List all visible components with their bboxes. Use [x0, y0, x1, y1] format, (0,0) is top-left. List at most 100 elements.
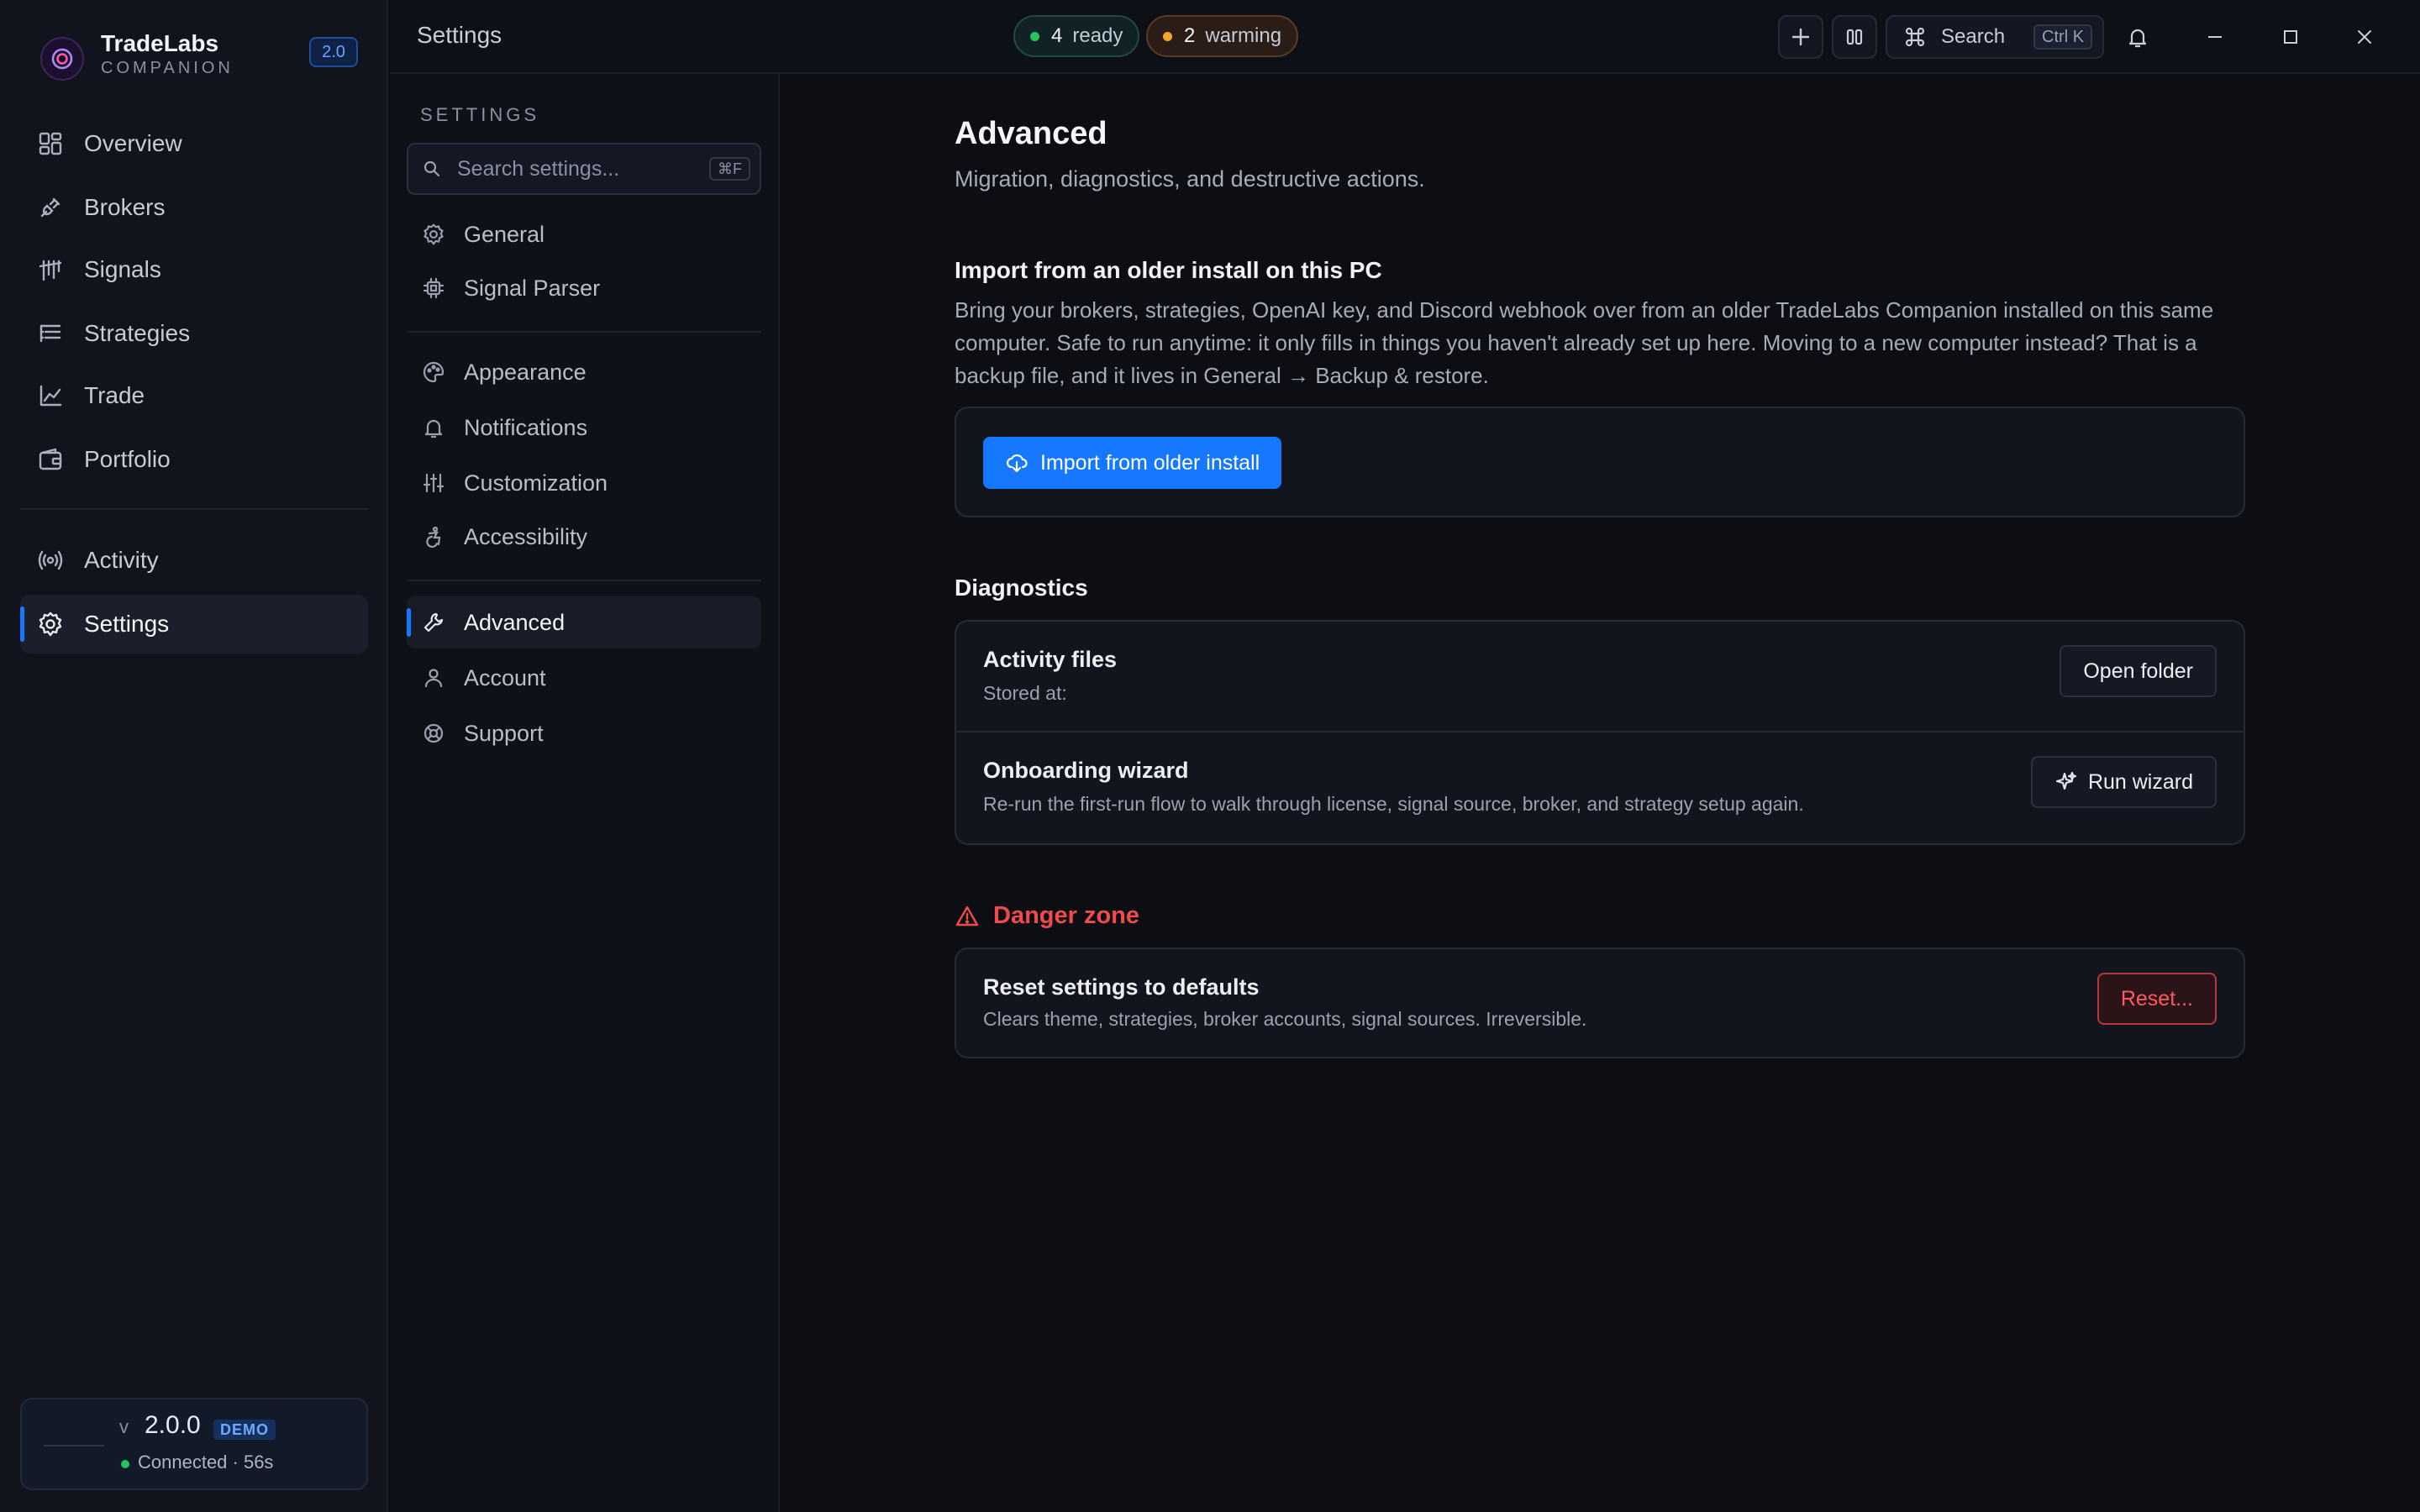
- settings-nav-customization[interactable]: Customization: [407, 457, 761, 509]
- minimize-icon: [2205, 27, 2225, 47]
- grid-icon: [37, 130, 64, 157]
- minimize-button[interactable]: [2198, 20, 2232, 54]
- run-wizard-label: Run wizard: [2087, 769, 2193, 794]
- ready-dot-icon: [1030, 31, 1039, 41]
- import-button-label: Import from older install: [1040, 450, 1260, 475]
- reset-settings-title: Reset settings to defaults: [983, 974, 1260, 1000]
- sidebar-item-signals[interactable]: Signals: [20, 240, 368, 299]
- app-name: TradeLabs: [101, 30, 219, 56]
- columns-button[interactable]: [1832, 15, 1877, 59]
- plus-icon: [1790, 26, 1812, 48]
- settings-nav-advanced[interactable]: Advanced: [407, 596, 761, 648]
- settings-nav-support[interactable]: Support: [407, 707, 761, 759]
- list-tree-icon: [37, 320, 64, 347]
- diagnostics-card: Activity files Stored at: Open folder On…: [955, 620, 2245, 845]
- settings-nav-label: Signal Parser: [464, 275, 601, 301]
- maximize-icon: [2281, 27, 2301, 47]
- settings-search-shortcut: ⌘F: [709, 157, 750, 181]
- diagnostics-title: Diagnostics: [955, 575, 1088, 601]
- maximize-button[interactable]: [2274, 20, 2307, 54]
- danger-zone-title: Danger zone: [955, 902, 1139, 930]
- gear-icon: [422, 223, 445, 246]
- columns-icon: [1844, 26, 1865, 48]
- settings-search-input[interactable]: [457, 156, 701, 181]
- version-badge: 2.0: [309, 37, 358, 67]
- open-folder-button[interactable]: Open folder: [2060, 645, 2217, 697]
- settings-nav-appearance[interactable]: Appearance: [407, 346, 761, 398]
- connected-dot-icon: [121, 1460, 129, 1468]
- sidebar-item-overview[interactable]: Overview: [20, 114, 368, 173]
- close-button[interactable]: [2348, 20, 2381, 54]
- import-description: Bring your brokers, strategies, OpenAI k…: [955, 297, 2214, 388]
- search-shortcut: Ctrl K: [2033, 24, 2093, 50]
- settings-nav-accessibility[interactable]: Accessibility: [407, 511, 761, 563]
- danger-zone-card: Reset settings to defaults Clears theme,…: [955, 948, 2245, 1058]
- demo-badge: DEMO: [213, 1420, 276, 1440]
- brand[interactable]: TradeLabs COMPANION 2.0: [34, 25, 370, 84]
- notifications-button[interactable]: [2121, 20, 2154, 54]
- settings-nav-label: Customization: [464, 470, 608, 496]
- sidebar-item-label: Strategies: [84, 320, 191, 346]
- sidebar-item-portfolio[interactable]: Portfolio: [20, 430, 368, 489]
- settings-nav-notifications[interactable]: Notifications: [407, 402, 761, 454]
- accessibility-icon: [422, 525, 445, 549]
- reset-button-label: Reset...: [2120, 986, 2193, 1011]
- sidebar-item-strategies[interactable]: Strategies: [20, 304, 368, 363]
- version-prefix: v: [119, 1416, 129, 1437]
- plug-icon: [37, 194, 64, 221]
- warming-label: warming: [1205, 24, 1282, 47]
- warming-dot-icon: [1163, 31, 1172, 41]
- sidebar-item-label: Signals: [84, 256, 161, 282]
- app-logo-icon: [40, 37, 84, 81]
- warming-status-pill[interactable]: 2 warming: [1146, 15, 1299, 57]
- import-button[interactable]: Import from older install: [983, 437, 1282, 489]
- sidebar-item-settings[interactable]: Settings: [20, 595, 368, 654]
- wallet-icon: [37, 446, 64, 473]
- line-chart-icon: [37, 382, 64, 409]
- wrench-icon: [422, 611, 445, 634]
- sidebar-item-label: Overview: [84, 130, 182, 156]
- sidebar-item-label: Portfolio: [84, 446, 171, 472]
- run-wizard-button[interactable]: Run wizard: [2030, 756, 2217, 808]
- search-label: Search: [1941, 25, 2006, 48]
- reset-button[interactable]: Reset...: [2096, 973, 2217, 1025]
- settings-nav-signal-parser[interactable]: Signal Parser: [407, 262, 761, 314]
- broadcast-icon: [37, 547, 64, 574]
- command-icon: [1904, 26, 1926, 48]
- ready-label: ready: [1072, 24, 1123, 47]
- sidebar-item-trade[interactable]: Trade: [20, 366, 368, 425]
- search-icon: [422, 159, 442, 179]
- sidebar-item-label: Settings: [84, 611, 170, 637]
- connection-status-card[interactable]: v 2.0.0 DEMO Connected · 56s: [20, 1398, 368, 1490]
- chip-icon: [422, 276, 445, 300]
- onboarding-wizard-title: Onboarding wizard: [983, 758, 1189, 783]
- topbar: Settings 4 ready 2 warming Search Ctrl K: [390, 0, 2420, 74]
- sidebar-item-activity[interactable]: Activity: [20, 531, 368, 590]
- section-subtitle: Migration, diagnostics, and destructive …: [955, 166, 1425, 192]
- app-version: 2.0.0: [145, 1411, 201, 1439]
- settings-nav-account[interactable]: Account: [407, 652, 761, 704]
- activity-files-path: Stored at:: [983, 682, 1067, 704]
- activity-files-title: Activity files: [983, 647, 1118, 672]
- palette-icon: [422, 360, 445, 384]
- global-search-button[interactable]: Search Ctrl K: [1886, 15, 2104, 59]
- settings-search[interactable]: ⌘F: [407, 143, 761, 195]
- settings-nav-label: General: [464, 221, 545, 247]
- add-button[interactable]: [1778, 15, 1823, 59]
- sidebar-item-label: Activity: [84, 547, 159, 573]
- ready-count: 4: [1051, 24, 1063, 47]
- settings-nav-general[interactable]: General: [407, 208, 761, 260]
- settings-nav-label: Notifications: [464, 414, 588, 440]
- section-title: Advanced: [955, 116, 1107, 151]
- signal-icon: [37, 256, 64, 283]
- sidebar-item-brokers[interactable]: Brokers: [20, 178, 368, 237]
- sidebar-item-label: Brokers: [84, 194, 166, 220]
- app-sidebar: TradeLabs COMPANION 2.0 Overview Brokers…: [0, 0, 388, 1512]
- import-title: Import from an older install on this PC: [955, 257, 1382, 283]
- connection-status: Connected · 56s: [138, 1452, 274, 1473]
- app-subtitle: COMPANION: [101, 59, 234, 77]
- settings-heading: SETTINGS: [420, 104, 540, 125]
- ready-status-pill[interactable]: 4 ready: [1013, 15, 1140, 57]
- sidebar-divider: [20, 508, 368, 510]
- bell-icon: [2126, 25, 2149, 49]
